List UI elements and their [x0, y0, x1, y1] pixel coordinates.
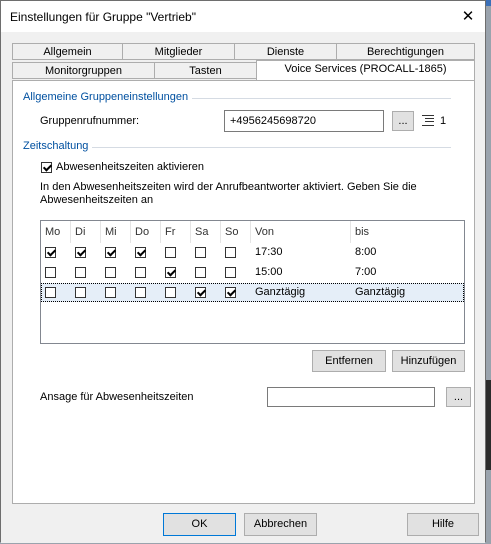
announcement-input[interactable] [267, 387, 435, 407]
table-row[interactable]: Ganztägig Ganztägig [41, 283, 464, 302]
checkbox-icon [165, 247, 176, 258]
checkbox-icon [135, 287, 146, 298]
schedule-description: In den Abwesenheitszeiten wird der Anruf… [40, 181, 417, 206]
tab-berechtigungen[interactable]: Berechtigungen [336, 43, 475, 60]
checkbox-icon [165, 267, 176, 278]
checkbox-icon [165, 287, 176, 298]
group-number-label: Gruppenrufnummer: [40, 115, 140, 127]
checkbox-icon [45, 247, 56, 258]
enable-label: Abwesenheitszeiten aktivieren [56, 161, 204, 173]
from-time-cell[interactable]: 15:00 [255, 263, 283, 282]
checkbox-icon [75, 247, 86, 258]
checkbox-icon [135, 267, 146, 278]
add-button[interactable]: Hinzufügen [392, 350, 465, 372]
table-row[interactable]: 15:00 7:00 [41, 263, 464, 282]
group-number-input[interactable]: +4956245698720 [224, 110, 384, 132]
from-time-cell[interactable]: 17:30 [255, 243, 283, 262]
checkbox-icon [105, 267, 116, 278]
checkbox-icon [195, 247, 206, 258]
checkbox-icon [225, 287, 236, 298]
tab-voice-services[interactable]: Voice Services (PROCALL-1865) [256, 60, 475, 80]
table-header: Mo Di Mi Do Fr Sa So Von bis [41, 221, 464, 243]
table-row[interactable]: 17:30 8:00 [41, 243, 464, 262]
tab-dienste[interactable]: Dienste [234, 43, 337, 60]
window-title: Einstellungen für Gruppe "Vertrieb" [10, 10, 196, 24]
schedule-table[interactable]: Mo Di Mi Do Fr Sa So Von bis 17:30 8:00 15… [40, 220, 465, 344]
help-button[interactable]: Hilfe [407, 513, 479, 536]
announcement-browse-button[interactable]: ... [446, 387, 471, 407]
enable-checkbox[interactable] [41, 162, 52, 176]
tab-tasten[interactable]: Tasten [154, 62, 257, 79]
list-icon [422, 115, 434, 126]
tab-allgemein[interactable]: Allgemein [12, 43, 123, 60]
checkbox-icon [195, 287, 206, 298]
tab-monitorgruppen[interactable]: Monitorgruppen [12, 62, 155, 79]
number-browse-button[interactable]: ... [392, 111, 414, 131]
checkbox-icon [75, 287, 86, 298]
title-bar: Einstellungen für Gruppe "Vertrieb" ✕ [1, 1, 485, 32]
column-header-fr[interactable]: Fr [161, 221, 191, 243]
column-header-mi[interactable]: Mi [101, 221, 131, 243]
column-header-so[interactable]: So [221, 221, 251, 243]
group-title-general: Allgemeine Gruppeneinstellungen [23, 91, 193, 103]
checkbox-icon [105, 247, 116, 258]
to-time-cell[interactable]: 7:00 [355, 263, 376, 282]
checkbox-icon [105, 287, 116, 298]
number-count: 1 [440, 115, 447, 127]
remove-button[interactable]: Entfernen [312, 350, 386, 372]
background-window-edge [486, 380, 491, 470]
column-header-bis[interactable]: bis [351, 221, 464, 243]
column-header-do[interactable]: Do [131, 221, 161, 243]
dialog-footer: OK Abbrechen Hilfe [1, 505, 485, 543]
ok-button[interactable]: OK [163, 513, 236, 536]
from-time-cell[interactable]: Ganztägig [255, 283, 305, 302]
cancel-button[interactable]: Abbrechen [244, 513, 317, 536]
column-header-von[interactable]: Von [251, 221, 351, 243]
column-header-mo[interactable]: Mo [41, 221, 71, 243]
checkbox-icon [195, 267, 206, 278]
group-title-schedule: Zeitschaltung [23, 140, 93, 152]
column-header-sa[interactable]: Sa [191, 221, 221, 243]
checkbox-icon [75, 267, 86, 278]
settings-dialog: Einstellungen für Gruppe "Vertrieb" ✕ Al… [0, 0, 486, 543]
checkbox-icon [135, 247, 146, 258]
checkbox-icon [45, 267, 56, 278]
close-icon[interactable]: ✕ [451, 1, 485, 32]
checkbox-icon [45, 287, 56, 298]
to-time-cell[interactable]: Ganztägig [355, 283, 405, 302]
tab-mitglieder[interactable]: Mitglieder [122, 43, 235, 60]
to-time-cell[interactable]: 8:00 [355, 243, 376, 262]
checkbox-icon [225, 267, 236, 278]
announcement-label: Ansage für Abwesenheitszeiten [40, 391, 194, 403]
checkbox-icon [41, 162, 52, 173]
checkbox-icon [225, 247, 236, 258]
column-header-di[interactable]: Di [71, 221, 101, 243]
